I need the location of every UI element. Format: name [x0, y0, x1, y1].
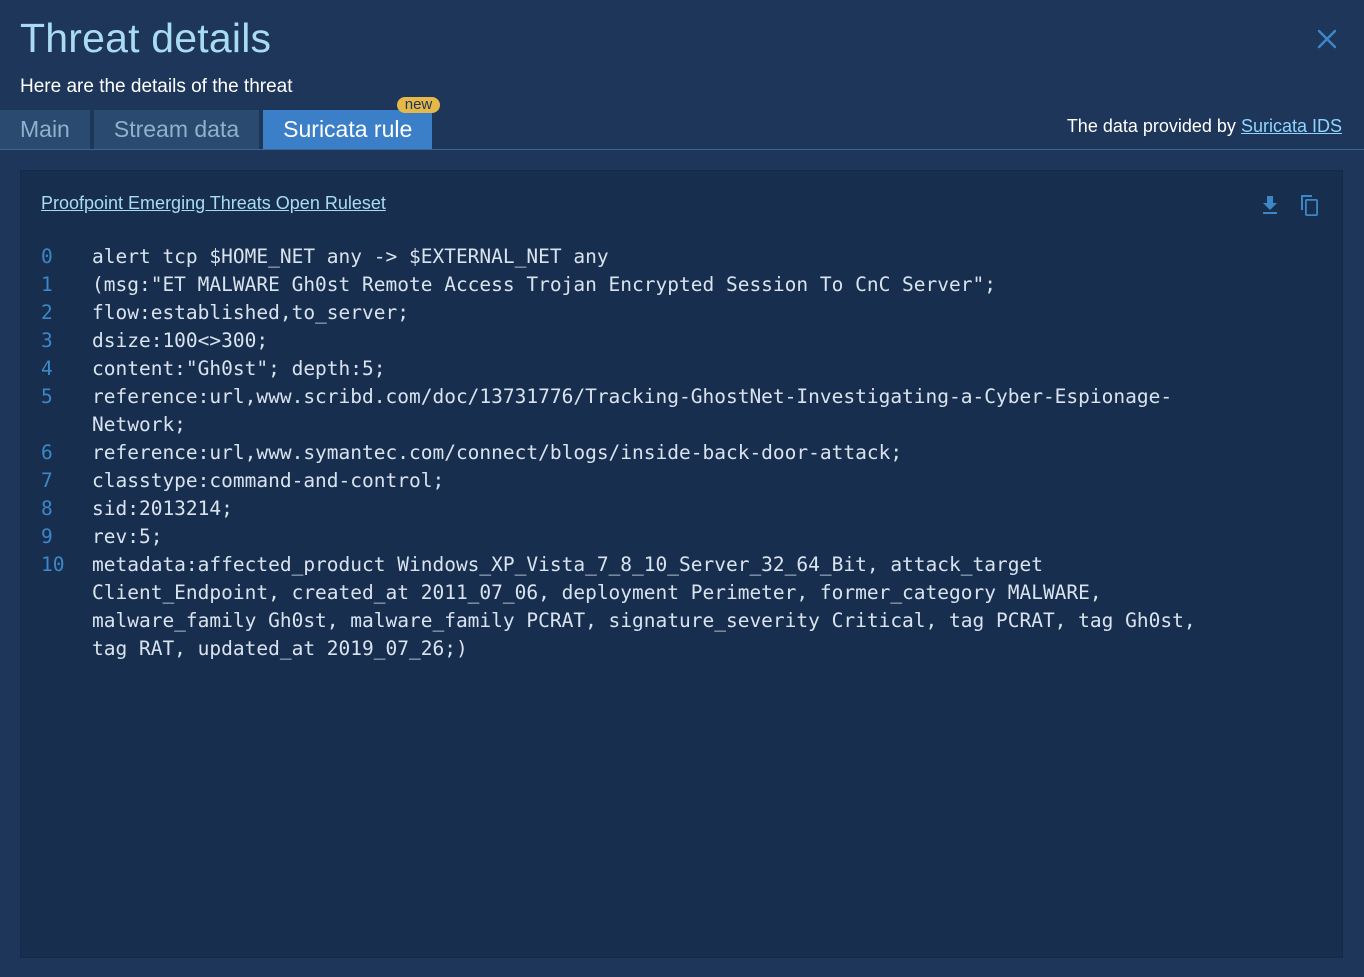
- new-badge: new: [396, 97, 441, 113]
- line-text: rev:5;: [92, 525, 163, 548]
- code-line: 0 alert tcp $HOME_NET any -> $EXTERNAL_N…: [41, 243, 1331, 271]
- copy-icon: [1301, 195, 1318, 216]
- line-number: 5: [41, 385, 53, 408]
- line-number: 9: [41, 525, 53, 548]
- tab-label: Stream data: [113, 116, 240, 142]
- line-number: 6: [41, 441, 53, 464]
- line-text: classtype:command-and-control;: [92, 469, 445, 492]
- tab-stream-data[interactable]: Stream data: [93, 110, 260, 149]
- line-number: 4: [41, 357, 53, 380]
- line-text: sid:2013214;: [92, 497, 233, 520]
- code-line: 7 classtype:command-and-control;: [41, 467, 1331, 495]
- rule-code: 0 alert tcp $HOME_NET any -> $EXTERNAL_N…: [41, 243, 1331, 663]
- line-number: 1: [41, 273, 53, 296]
- threat-details-dialog: Threat details Here are the details of t…: [0, 0, 1364, 977]
- line-number: 0: [41, 245, 53, 268]
- code-line: 10 metadata:affected_product Windows_XP_…: [41, 551, 1331, 663]
- line-text: reference:url,www.symantec.com/connect/b…: [92, 441, 903, 464]
- code-line: 5 reference:url,www.scribd.com/doc/13731…: [41, 383, 1331, 439]
- rule-panel: Proofpoint Emerging Threats Open Ruleset…: [20, 170, 1343, 958]
- code-line: 3 dsize:100<>300;: [41, 327, 1331, 355]
- line-text: reference:url,www.scribd.com/doc/1373177…: [92, 385, 1173, 436]
- download-button[interactable]: [1258, 193, 1282, 217]
- line-text: dsize:100<>300;: [92, 329, 269, 352]
- download-icon: [1263, 196, 1277, 214]
- tab-suricata-rule[interactable]: Suricata rule new: [263, 97, 441, 149]
- tab-label: Suricata rule: [283, 116, 413, 142]
- tab-main[interactable]: Main: [0, 110, 90, 149]
- line-number: 3: [41, 329, 53, 352]
- code-line: 8 sid:2013214;: [41, 495, 1331, 523]
- ruleset-link[interactable]: Proofpoint Emerging Threats Open Ruleset: [41, 193, 386, 214]
- provider-prefix: The data provided by: [1066, 116, 1236, 136]
- code-line: 6 reference:url,www.symantec.com/connect…: [41, 439, 1331, 467]
- dialog-subtitle: Here are the details of the threat: [20, 76, 293, 97]
- code-line: 2 flow:established,to_server;: [41, 299, 1331, 327]
- close-icon: [1317, 29, 1337, 49]
- line-number: 2: [41, 301, 53, 324]
- code-line: 4 content:"Gh0st"; depth:5;: [41, 355, 1331, 383]
- tab-bar: Main Stream data Suricata rule new: [0, 97, 441, 150]
- suricata-ids-link[interactable]: Suricata IDS: [1241, 116, 1342, 136]
- line-number: 8: [41, 497, 53, 520]
- line-text: metadata:affected_product Windows_XP_Vis…: [92, 553, 1196, 660]
- line-number: 7: [41, 469, 53, 492]
- code-line: 1 (msg:"ET MALWARE Gh0st Remote Access T…: [41, 271, 1331, 299]
- copy-button[interactable]: [1297, 193, 1321, 217]
- tab-label: Main: [20, 116, 70, 142]
- line-text: (msg:"ET MALWARE Gh0st Remote Access Tro…: [92, 273, 996, 296]
- data-provider-note: The data provided by Suricata IDS: [1067, 116, 1342, 137]
- dialog-title: Threat details: [20, 15, 272, 61]
- line-text: flow:established,to_server;: [92, 301, 409, 324]
- line-number: 10: [41, 553, 65, 576]
- line-text: alert tcp $HOME_NET any -> $EXTERNAL_NET…: [92, 245, 609, 268]
- tab-divider: [0, 149, 1364, 150]
- code-line: 9 rev:5;: [41, 523, 1331, 551]
- line-text: content:"Gh0st"; depth:5;: [92, 357, 386, 380]
- close-button[interactable]: [1312, 24, 1342, 54]
